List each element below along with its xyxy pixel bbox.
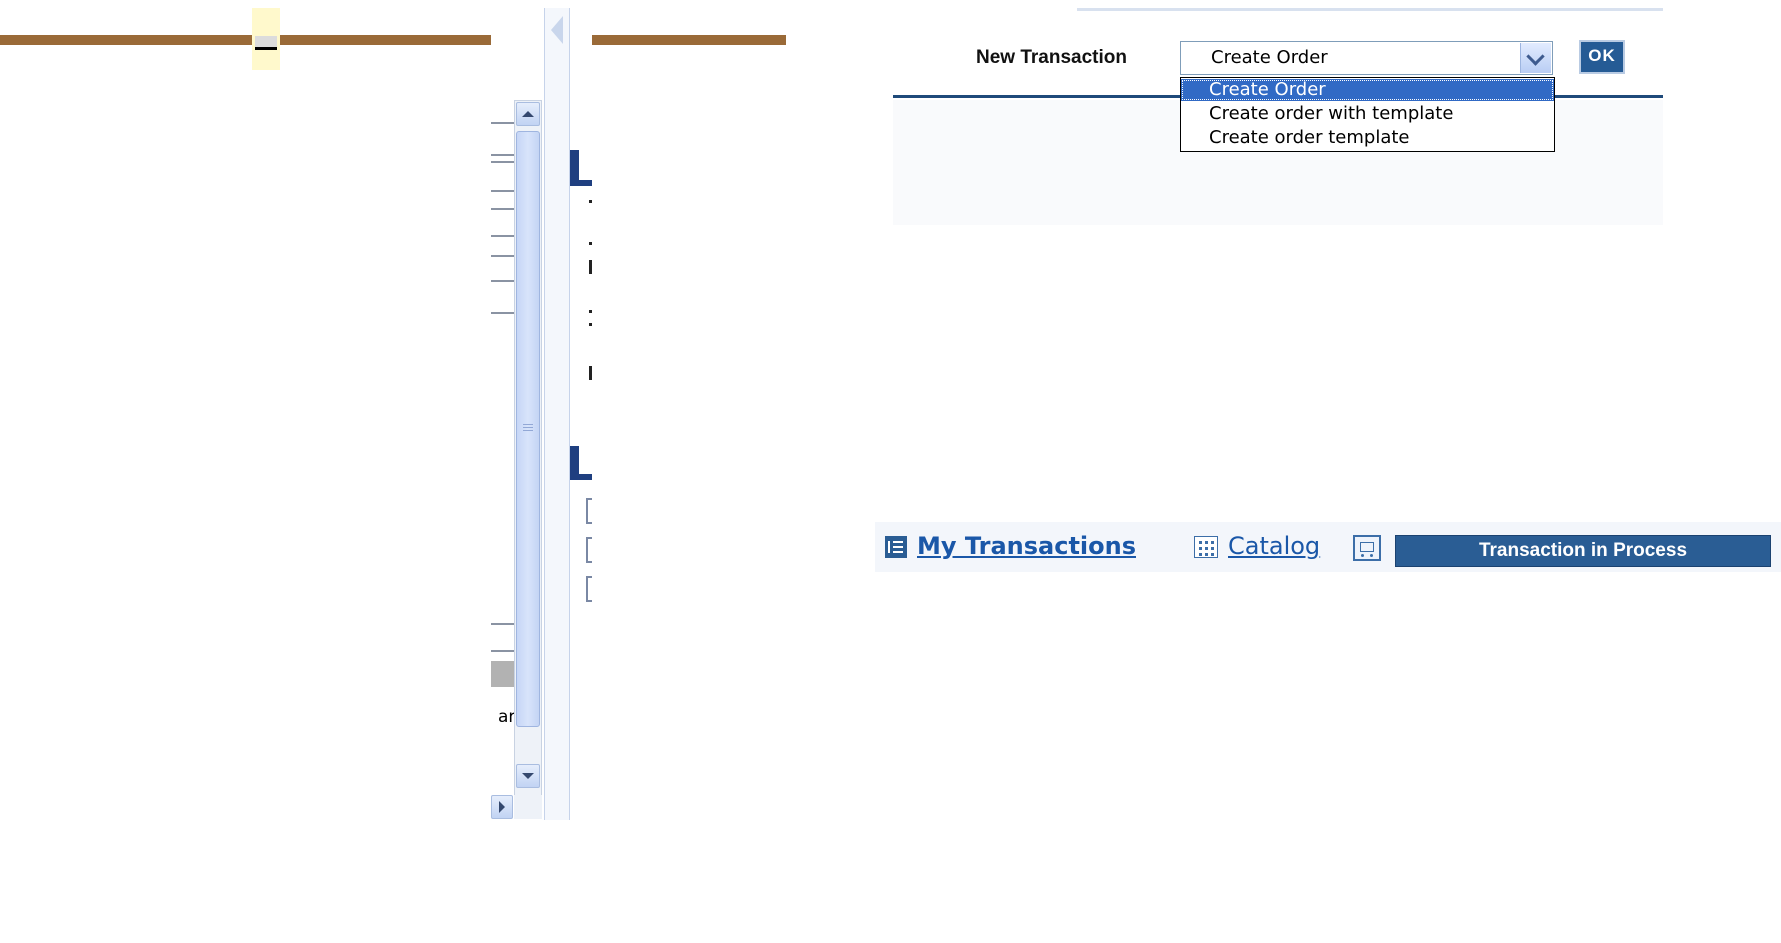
table-divider [491, 235, 514, 237]
cart-icon[interactable] [1353, 535, 1381, 561]
table-header-cell [491, 661, 514, 687]
top-divider [1077, 8, 1663, 11]
clipped-text-fragment [589, 310, 592, 313]
cart-basket [1360, 542, 1374, 552]
table-divider [491, 161, 514, 163]
cart-wheel [1370, 554, 1373, 557]
grid-dot [1199, 541, 1202, 544]
scroll-up-button[interactable] [516, 102, 540, 126]
new-transaction-select[interactable]: Create Order [1180, 41, 1553, 75]
table-divider [491, 312, 514, 314]
scrollbar-corner [514, 795, 542, 819]
clipped-heading-mark [579, 474, 592, 480]
vertical-scrollbar[interactable] [514, 100, 542, 798]
table-divider [491, 255, 514, 257]
scroll-grip [523, 430, 533, 431]
table-divider [491, 280, 514, 282]
scroll-grip [523, 424, 533, 425]
header-rule-right [592, 35, 786, 45]
clipped-text-fragment [589, 366, 592, 380]
clipped-text-fragment [589, 200, 592, 203]
dropdown-option[interactable]: Create Order [1181, 79, 1554, 101]
select-dropdown-button[interactable] [1520, 43, 1551, 73]
table-divider [491, 650, 514, 652]
scroll-up-icon [522, 111, 534, 117]
list-icon[interactable] [885, 536, 907, 558]
header-rule-mid [280, 35, 491, 45]
dropdown-option[interactable]: Create order with template [1181, 103, 1554, 125]
scroll-right-icon [499, 801, 505, 813]
table-divider [491, 623, 514, 625]
table-divider [491, 208, 514, 210]
scroll-down-button[interactable] [516, 764, 540, 788]
content-panel: ar [491, 8, 592, 830]
dropdown-option[interactable]: Create order template [1181, 127, 1554, 149]
transaction-in-process-button[interactable]: Transaction in Process [1395, 535, 1771, 567]
clipped-checkbox[interactable] [586, 537, 592, 563]
scroll-thumb[interactable] [516, 131, 540, 727]
catalog-link[interactable]: Catalog [1228, 532, 1320, 560]
my-transactions-link[interactable]: My Transactions [917, 532, 1136, 560]
table-divider [491, 190, 514, 192]
clipped-heading-mark [570, 446, 579, 480]
clipped-text-fragment [589, 323, 592, 326]
scroll-down-icon [522, 773, 534, 779]
collapse-strip[interactable] [544, 8, 570, 820]
grid-icon[interactable] [1194, 536, 1218, 558]
table-divider [491, 122, 514, 124]
list-icon-line [893, 551, 903, 553]
table-divider [491, 154, 514, 156]
list-icon-bullet [888, 541, 890, 553]
clipped-text-fragment [589, 260, 592, 274]
list-icon-line [893, 546, 903, 548]
cart-wheel [1361, 554, 1364, 557]
scroll-grip [523, 427, 533, 428]
clipped-heading-mark [570, 150, 579, 186]
clipped-text: ar [498, 707, 514, 727]
header-rule-left [0, 35, 252, 45]
bottom-nav: My Transactions Catalog Transaction in P… [875, 522, 1781, 572]
transaction-type-dropdown[interactable]: Create Order Create order with template … [1180, 77, 1555, 152]
list-icon-line [893, 541, 903, 543]
minimize-tab[interactable] [252, 8, 280, 70]
new-transaction-label: New Transaction [976, 47, 1127, 68]
select-value: Create Order [1211, 47, 1328, 68]
clipped-checkbox[interactable] [586, 576, 592, 602]
ok-button[interactable]: OK [1579, 40, 1625, 74]
clipped-heading-mark [579, 180, 592, 186]
clipped-checkbox[interactable] [586, 498, 592, 524]
scroll-right-button[interactable] [491, 795, 513, 819]
collapse-arrow-icon[interactable] [551, 16, 563, 44]
minimize-icon[interactable] [255, 36, 277, 50]
dropdown-chevron-icon [1526, 47, 1545, 66]
clipped-text-fragment [589, 242, 592, 245]
